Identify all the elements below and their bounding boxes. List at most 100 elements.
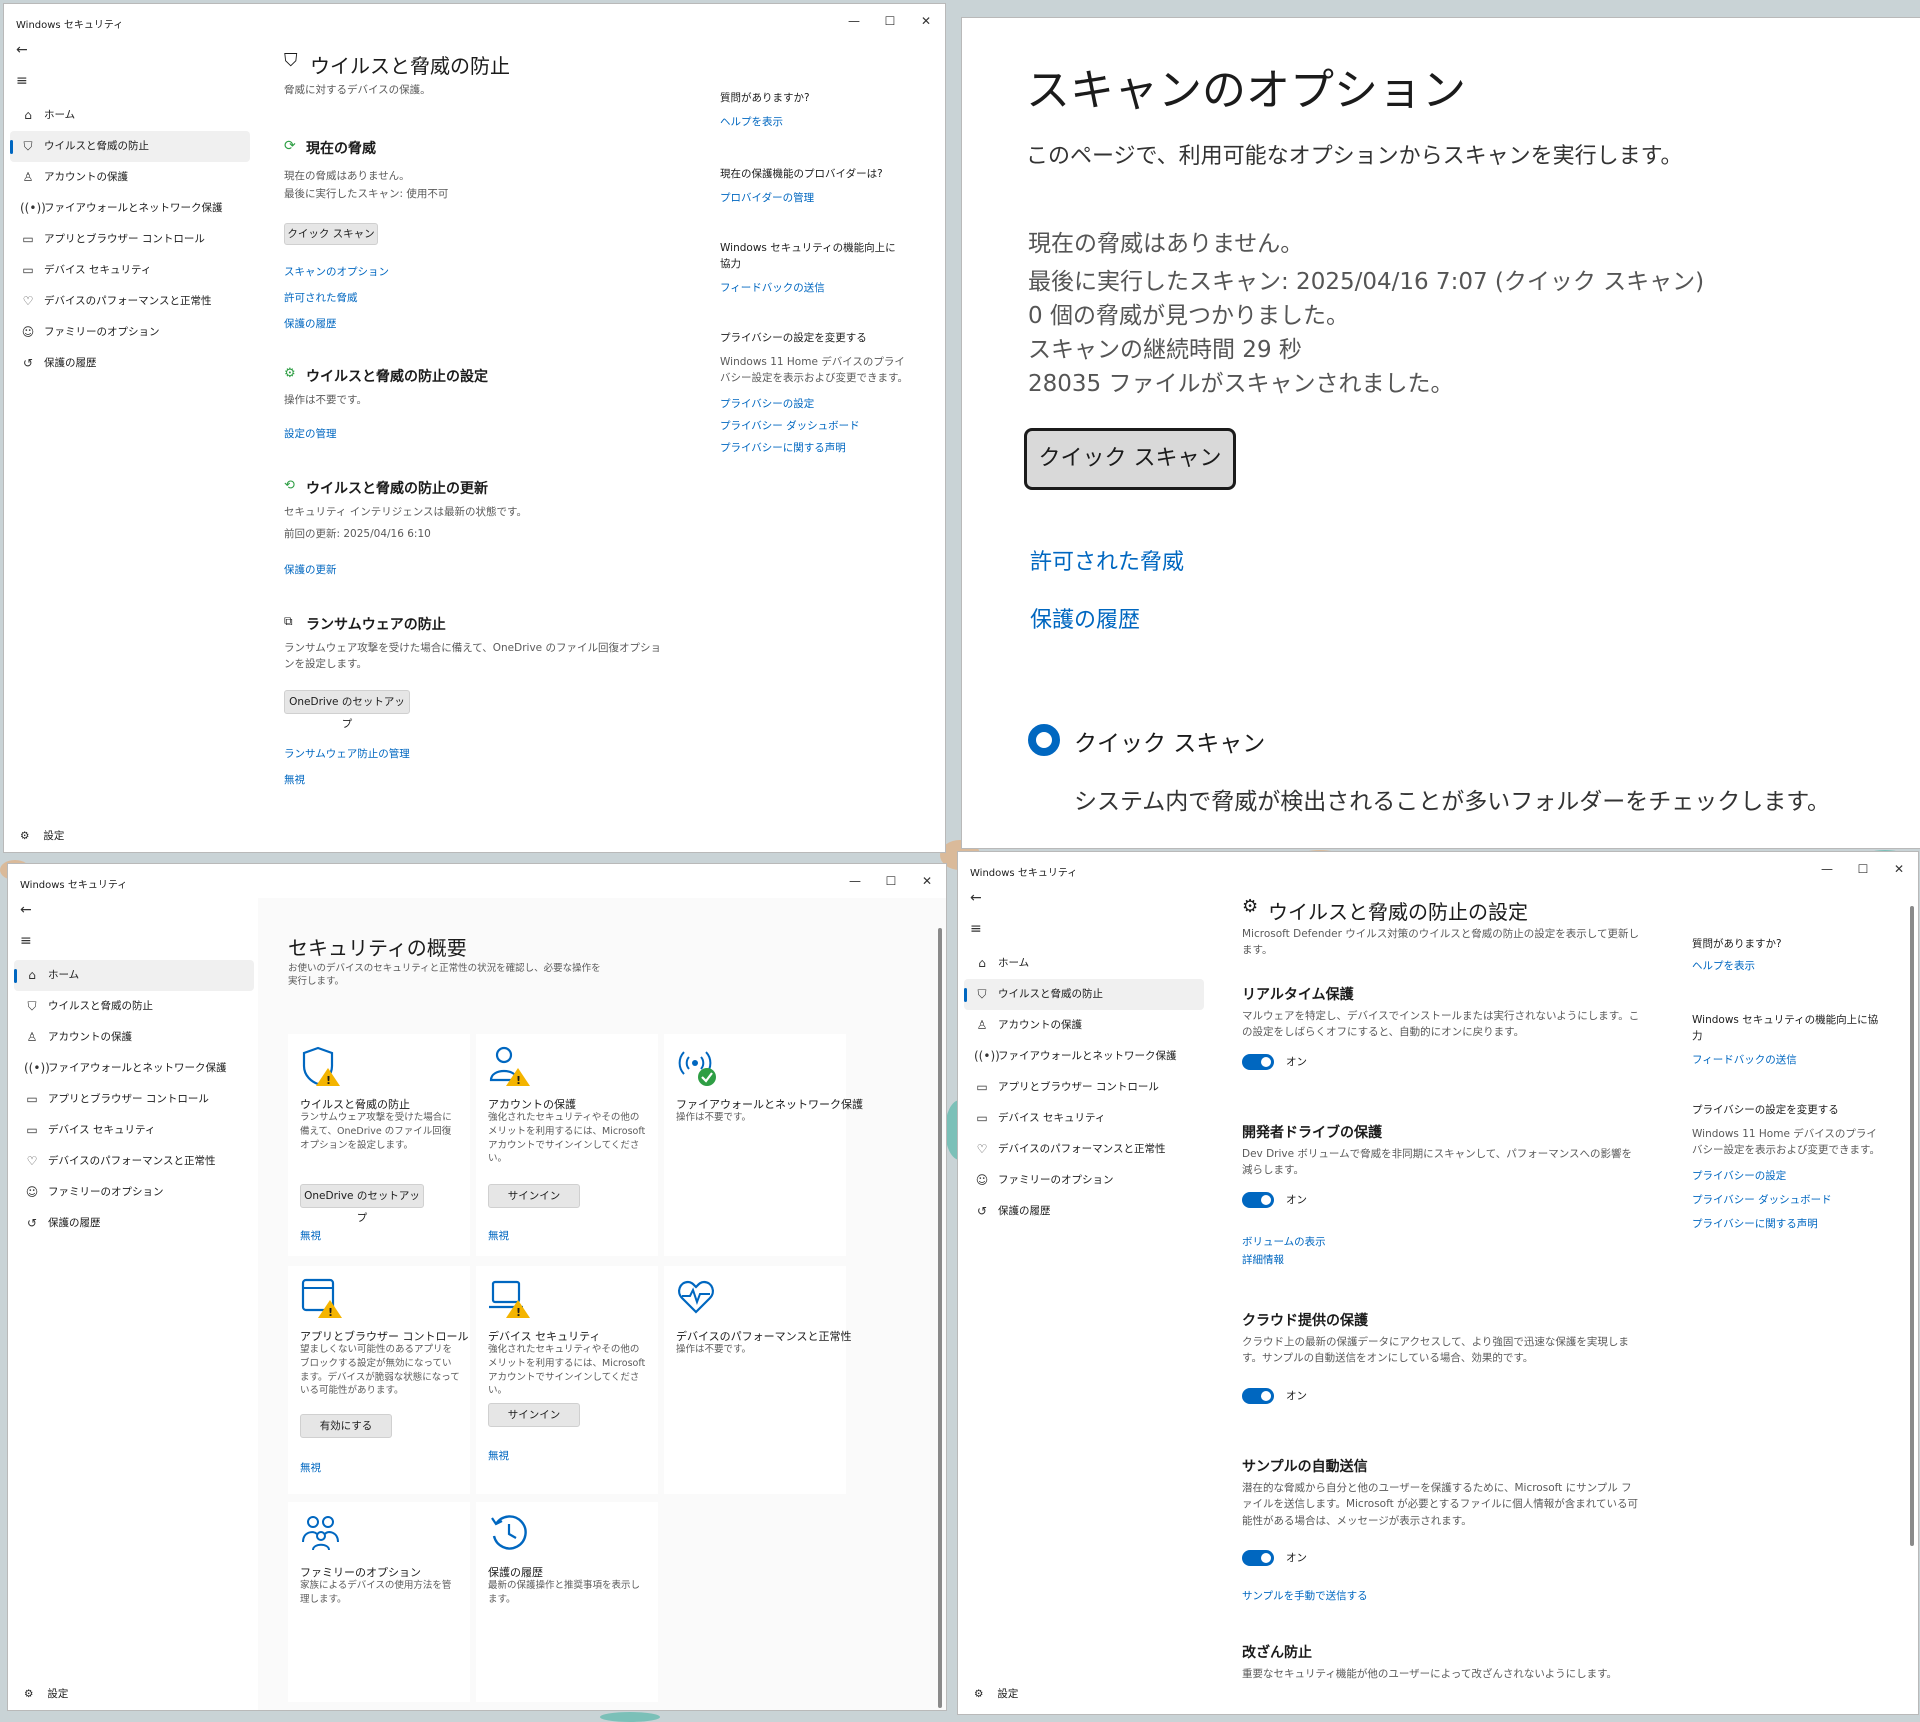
sidebar-item-home[interactable]: ⌂ ホーム [10, 100, 250, 131]
home-icon: ⌂ [28, 968, 36, 982]
sidebar-item-label: デバイスのパフォーマンスと正常性 [998, 1143, 1166, 1155]
onedrive-setup-button[interactable]: OneDrive のセットアップ [284, 690, 410, 730]
wifi-check-icon [678, 1051, 716, 1086]
dismiss-link[interactable]: 無視 [488, 1228, 509, 1243]
privacy-dashboard-link[interactable]: プライバシー ダッシュボード [1692, 1192, 1832, 1207]
submit-sample-link[interactable]: サンプルを手動で送信する [1242, 1588, 1368, 1603]
sidebar-item-app-browser[interactable]: ▭ アプリとブラウザー コントロール [964, 1072, 1204, 1103]
enable-button[interactable]: 有効にする [300, 1414, 392, 1438]
window-scan-options: スキャンのオプション このページで、利用可能なオプションからスキャンを実行します… [962, 18, 1920, 848]
back-button[interactable]: ← [20, 902, 40, 922]
sidebar-item-account[interactable]: ♙ アカウントの保護 [964, 1010, 1204, 1041]
wifi-icon: ((•)) [974, 1049, 1000, 1063]
close-button[interactable]: ✕ [1884, 858, 1914, 880]
sidebar-item-app-browser[interactable]: ▭ アプリとブラウザー コントロール [14, 1084, 254, 1115]
help-link[interactable]: ヘルプを表示 [720, 114, 783, 129]
help-link[interactable]: ヘルプを表示 [1692, 958, 1755, 973]
sidebar-item-settings[interactable]: ⚙ 設定 [24, 1684, 68, 1704]
sidebar-item-app-browser[interactable]: ▭ アプリとブラウザー コントロール [10, 224, 250, 255]
cloud-toggle[interactable] [1242, 1388, 1274, 1404]
back-button[interactable]: ← [970, 890, 990, 910]
sidebar-item-device-security[interactable]: ▭ デバイス セキュリティ [10, 255, 250, 286]
sample-toggle[interactable] [1242, 1550, 1274, 1566]
sidebar-item-virus[interactable]: ⛉ ウイルスと脅威の防止 [10, 131, 250, 162]
sidebar-item-device-security[interactable]: ▭ デバイス セキュリティ [964, 1103, 1204, 1134]
quick-scan-button[interactable]: クイック スキャン [284, 223, 378, 245]
feedback-link[interactable]: フィードバックの送信 [1692, 1052, 1797, 1067]
view-volumes-link[interactable]: ボリュームの表示 [1242, 1234, 1326, 1249]
last-update-text: 前回の更新: 2025/04/16 6:10 [284, 528, 431, 540]
close-button[interactable]: ✕ [911, 10, 941, 32]
cloud-desc: クラウド上の最新の保護データにアクセスして、より強固で迅速な保護を実現します。サ… [1242, 1336, 1629, 1365]
realtime-toggle[interactable] [1242, 1054, 1274, 1070]
improve-text: Windows セキュリティの機能向上に協力 [1692, 1014, 1879, 1043]
minimize-button[interactable]: — [1812, 858, 1842, 880]
sidebar-item-firewall[interactable]: ((•)) ファイアウォールとネットワーク保護 [964, 1041, 1204, 1072]
sidebar-item-account[interactable]: ♙ アカウントの保護 [14, 1022, 254, 1053]
close-button[interactable]: ✕ [912, 870, 942, 892]
quick-scan-button[interactable]: クイック スキャン [1024, 428, 1236, 490]
sidebar-item-history[interactable]: ↺ 保護の履歴 [14, 1208, 254, 1239]
sidebar-item-account[interactable]: ♙ アカウントの保護 [10, 162, 250, 193]
files-scanned-line: 28035 ファイルがスキャンされました。 [1028, 371, 1454, 397]
dismiss-link[interactable]: 無視 [488, 1448, 509, 1463]
menu-button[interactable]: ≡ [20, 933, 40, 953]
title-bar: Windows セキュリティ — ☐ ✕ [4, 4, 945, 38]
sidebar-item-performance[interactable]: ♡ デバイスのパフォーマンスと正常性 [10, 286, 250, 317]
sidebar-item-history[interactable]: ↺ 保護の履歴 [964, 1196, 1204, 1227]
maximize-button[interactable]: ☐ [876, 870, 906, 892]
privacy-dashboard-link[interactable]: プライバシー ダッシュボード [720, 418, 860, 433]
maximize-button[interactable]: ☐ [1848, 858, 1878, 880]
sidebar-item-virus[interactable]: ⛉ ウイルスと脅威の防止 [964, 979, 1204, 1010]
sidebar-item-device-security[interactable]: ▭ デバイス セキュリティ [14, 1115, 254, 1146]
maximize-button[interactable]: ☐ [875, 10, 905, 32]
scrollbar[interactable] [938, 928, 942, 1708]
privacy-settings-link[interactable]: プライバシーの設定 [1692, 1168, 1786, 1183]
scan-options-link[interactable]: スキャンのオプション [284, 264, 389, 279]
dismiss-link[interactable]: 無視 [284, 772, 305, 787]
menu-button[interactable]: ≡ [16, 73, 36, 93]
manage-providers-link[interactable]: プロバイダーの管理 [720, 190, 814, 205]
dismiss-link[interactable]: 無視 [300, 1460, 321, 1475]
privacy-settings-link[interactable]: プライバシーの設定 [720, 396, 814, 411]
sidebar-item-settings[interactable]: ⚙ 設定 [20, 826, 64, 846]
allowed-threats-link[interactable]: 許可された脅威 [284, 290, 358, 305]
protection-history-link[interactable]: 保護の履歴 [1030, 602, 1140, 634]
privacy-statement-link[interactable]: プライバシーに関する声明 [1692, 1216, 1818, 1231]
devdrive-toggle[interactable] [1242, 1192, 1274, 1208]
protection-updates-link[interactable]: 保護の更新 [284, 562, 337, 577]
dismiss-link[interactable]: 無視 [300, 1228, 321, 1243]
sidebar-item-settings[interactable]: ⚙ 設定 [974, 1684, 1018, 1704]
minimize-button[interactable]: — [840, 870, 870, 892]
sidebar-item-family[interactable]: ☺ ファミリーのオプション [14, 1177, 254, 1208]
sidebar-item-history[interactable]: ↺ 保護の履歴 [10, 348, 250, 379]
scrollbar[interactable] [1910, 906, 1914, 1546]
sign-in-button[interactable]: サインイン [488, 1184, 580, 1208]
quick-scan-option-label: クイック スキャン [1074, 731, 1266, 757]
sidebar-item-home[interactable]: ⌂ ホーム [964, 948, 1204, 979]
onedrive-setup-button[interactable]: OneDrive のセットアップ [300, 1184, 424, 1224]
sidebar-item-family[interactable]: ☺ ファミリーのオプション [964, 1165, 1204, 1196]
sidebar-item-performance[interactable]: ♡ デバイスのパフォーマンスと正常性 [14, 1146, 254, 1177]
section-title-devdrive: 開発者ドライブの保護 [1242, 1125, 1382, 1141]
sidebar-item-firewall[interactable]: ((•)) ファイアウォールとネットワーク保護 [10, 193, 250, 224]
back-button[interactable]: ← [16, 42, 36, 62]
protection-history-link[interactable]: 保護の履歴 [284, 316, 337, 331]
sidebar-item-firewall[interactable]: ((•)) ファイアウォールとネットワーク保護 [14, 1053, 254, 1084]
minimize-button[interactable]: — [839, 10, 869, 32]
person-icon: ♙ [22, 170, 34, 184]
sign-in-button[interactable]: サインイン [488, 1403, 580, 1427]
ransomware-manage-link[interactable]: ランサムウェア防止の管理 [284, 746, 410, 761]
quick-scan-radio[interactable] [1028, 724, 1060, 756]
feedback-link[interactable]: フィードバックの送信 [720, 280, 825, 295]
menu-button[interactable]: ≡ [970, 921, 990, 941]
allowed-threats-link[interactable]: 許可された脅威 [1030, 544, 1184, 576]
sidebar-item-performance[interactable]: ♡ デバイスのパフォーマンスと正常性 [964, 1134, 1204, 1165]
sidebar-item-home[interactable]: ⌂ ホーム [14, 960, 254, 991]
sidebar-item-label: ファミリーのオプション [998, 1174, 1114, 1186]
sidebar-item-family[interactable]: ☺ ファミリーのオプション [10, 317, 250, 348]
manage-settings-link[interactable]: 設定の管理 [284, 426, 337, 441]
sidebar-item-virus[interactable]: ⛉ ウイルスと脅威の防止 [14, 991, 254, 1022]
learn-more-link[interactable]: 詳細情報 [1242, 1252, 1284, 1267]
privacy-statement-link[interactable]: プライバシーに関する声明 [720, 440, 846, 455]
